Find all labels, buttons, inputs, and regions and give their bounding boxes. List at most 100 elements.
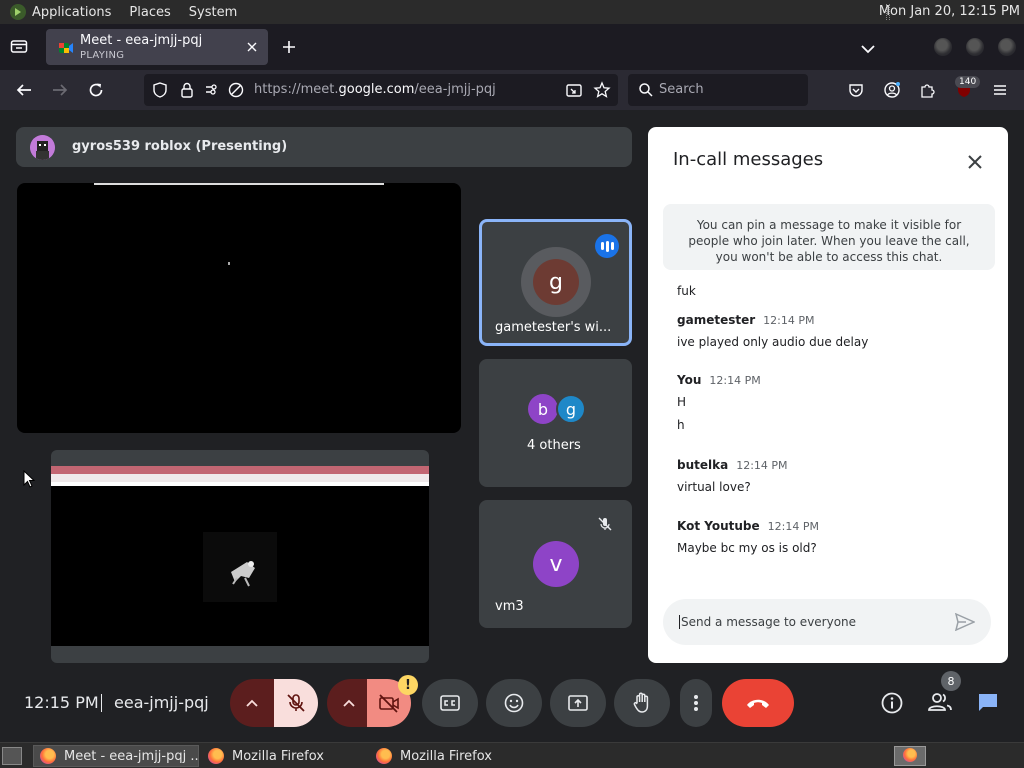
participant-tile-vm3[interactable]: v vm3 (479, 500, 632, 628)
bookmark-star-icon[interactable] (592, 80, 612, 100)
account-icon[interactable] (882, 80, 902, 100)
presenting-bar: gyros539 roblox (Presenting) (16, 127, 632, 167)
navigation-toolbar: https://meet.google.com/eea-jmjj-pqj Sea… (0, 70, 1024, 110)
taskbar-item-meet[interactable]: Meet - eea-jmjj-pqj ... (33, 745, 199, 767)
gnome-top-panel: Applications Places System Mon Jan 20, 1… (0, 0, 1024, 24)
send-icon[interactable] (954, 612, 976, 635)
autoplay-blocked-icon[interactable] (226, 80, 246, 100)
more-options-button[interactable] (680, 679, 712, 727)
hamburger-menu-icon[interactable] (990, 80, 1010, 100)
reactions-button[interactable] (486, 679, 542, 727)
search-bar[interactable]: Search (628, 74, 808, 106)
minimize-window-button[interactable] (934, 38, 952, 56)
hand-icon (633, 692, 649, 713)
picture-in-picture-icon[interactable] (564, 80, 584, 100)
firefox-icon (208, 748, 224, 764)
avatar: g (556, 394, 586, 424)
new-tab-icon[interactable] (280, 38, 298, 60)
people-icon[interactable] (927, 691, 953, 717)
meet-page: gyros539 roblox (Presenting) g gameteste… (0, 110, 1024, 742)
message-text: Maybe bc my os is old? (677, 541, 817, 555)
tab-title: Meet - eea-jmjj-pqj (80, 33, 203, 48)
raise-hand-button[interactable] (614, 679, 670, 727)
preview-browser-tabbar (51, 466, 429, 474)
participant-name: vm3 (495, 599, 524, 614)
preview-browser-toolbar (51, 474, 429, 482)
url-text[interactable]: https://meet.google.com/eea-jmjj-pqj (254, 82, 496, 97)
firefox-icon (40, 748, 56, 764)
tab-strip: Meet - eea-jmjj-pqj PLAYING (0, 24, 1024, 70)
captions-button[interactable] (422, 679, 478, 727)
tab-meet[interactable]: Meet - eea-jmjj-pqj PLAYING (46, 29, 268, 65)
forward-arrow-icon[interactable] (50, 80, 70, 100)
message-text: fuk (677, 284, 696, 298)
message-sender: Kot Youtube (677, 519, 760, 533)
pocket-icon[interactable] (846, 80, 866, 100)
meeting-clock: 12:15 PM (24, 693, 99, 712)
close-window-button[interactable] (998, 38, 1016, 56)
extensions-puzzle-icon[interactable] (918, 80, 938, 100)
reload-icon[interactable] (86, 80, 106, 100)
video-options-button[interactable] (327, 679, 371, 727)
url-prefix: https://meet. (254, 82, 339, 97)
others-label: 4 others (527, 438, 581, 453)
permissions-icon[interactable] (204, 80, 224, 100)
chat-bubble-icon[interactable] (976, 691, 1000, 719)
taskbar-item-firefox[interactable]: Mozilla Firefox (370, 745, 532, 767)
emoji-icon (504, 693, 524, 713)
leave-call-button[interactable] (722, 679, 794, 727)
message-text: h (677, 418, 685, 432)
present-screen-button[interactable] (550, 679, 606, 727)
video-artifact-dot (228, 262, 230, 265)
avatar: v (533, 541, 579, 587)
tab-close-icon[interactable] (244, 39, 260, 55)
message-group: You 12:14 PM H h (677, 369, 761, 432)
camera-off-icon (379, 694, 399, 713)
menu-places[interactable]: Places (129, 5, 180, 20)
presentation-video-tile[interactable] (17, 183, 461, 433)
taskbar-item-firefox[interactable]: Mozilla Firefox (202, 745, 364, 767)
audio-options-button[interactable] (230, 679, 274, 727)
firefox-icon (903, 748, 917, 762)
menu-applications[interactable]: Applications (32, 5, 121, 20)
applications-logo-icon[interactable] (8, 2, 28, 22)
tracking-protection-shield-icon[interactable] (150, 80, 170, 100)
meeting-details-info-icon[interactable] (880, 691, 904, 719)
more-vert-icon (694, 695, 698, 711)
hang-up-icon (747, 699, 769, 708)
mouse-cursor-icon (23, 469, 36, 492)
present-icon (568, 695, 588, 711)
presenting-label: gyros539 roblox (Presenting) (72, 139, 288, 154)
message-group: gametester 12:14 PM ive played only audio… (677, 309, 868, 349)
panel-clock[interactable]: Mon Jan 20, 12:15 PM (879, 4, 1020, 19)
menu-system[interactable]: System (189, 5, 247, 20)
message-text: H (677, 395, 687, 409)
message-text: virtual love? (677, 480, 751, 494)
shared-screen-preview (51, 466, 429, 646)
taskbar-item-label: Meet - eea-jmjj-pqj ... (64, 748, 199, 764)
workspace-switcher[interactable] (894, 746, 926, 766)
message-group: butelka 12:14 PM virtual love? (677, 454, 788, 494)
mic-off-icon (287, 694, 305, 712)
back-arrow-icon[interactable] (14, 80, 34, 100)
camera-warning-icon[interactable]: ! (398, 675, 418, 695)
maximize-window-button[interactable] (966, 38, 984, 56)
close-icon[interactable] (964, 151, 986, 173)
list-all-tabs-icon[interactable] (860, 40, 876, 59)
chat-message-list[interactable]: fuk gametester 12:14 PM ive played only a… (648, 272, 1008, 592)
participant-tile-others[interactable]: b g 4 others (479, 359, 632, 487)
preview-game-view (203, 532, 277, 602)
participant-tile-gametester[interactable]: g gametester's wi... (479, 219, 632, 346)
lock-icon[interactable] (177, 80, 197, 100)
url-bar[interactable]: https://meet.google.com/eea-jmjj-pqj (144, 74, 618, 106)
tab-list-icon[interactable] (10, 38, 28, 58)
show-desktop-icon[interactable] (2, 747, 22, 765)
message-time: 12:14 PM (709, 374, 761, 387)
tab-playing-label: PLAYING (80, 50, 125, 61)
message-sender: gametester (677, 313, 756, 327)
chat-input[interactable]: Send a message to everyone (663, 599, 991, 645)
microphone-toggle-button[interactable] (274, 679, 318, 727)
chat-panel: In-call messages You can pin a message t… (648, 127, 1008, 663)
message-sender: butelka (677, 458, 729, 472)
shared-screen-tile[interactable] (51, 450, 429, 663)
